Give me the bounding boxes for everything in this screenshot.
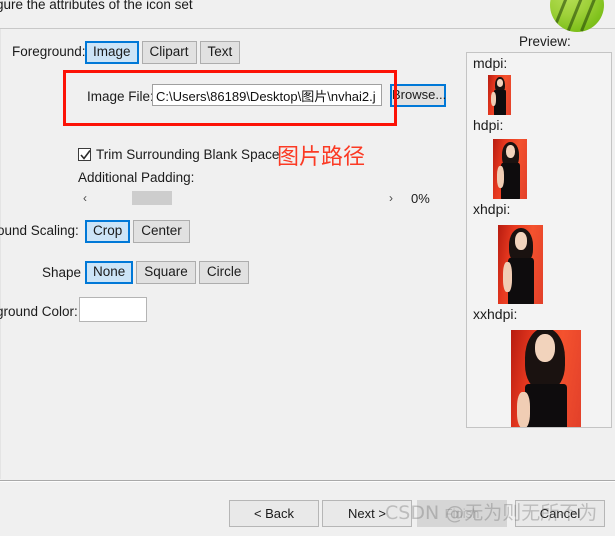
preview-title: Preview:	[519, 34, 571, 49]
background-color-label: ground Color:	[0, 304, 78, 319]
image-file-input[interactable]	[152, 84, 382, 106]
tab-image[interactable]: Image	[85, 41, 139, 64]
preview-label-mdpi: mdpi:	[473, 55, 508, 71]
additional-padding-label: Additional Padding:	[78, 170, 195, 185]
trim-blank-space-row[interactable]: Trim Surrounding Blank Space	[78, 147, 279, 162]
padding-increase-icon[interactable]: ›	[384, 191, 398, 205]
footer-divider-highlight	[0, 481, 615, 482]
scaling-options[interactable]: Crop Center	[85, 220, 190, 243]
cancel-button[interactable]: Cancel	[515, 500, 605, 527]
scaling-option-center[interactable]: Center	[133, 220, 190, 243]
annotation-label: 图片路径	[277, 145, 366, 170]
scaling-label: ound Scaling:	[0, 223, 79, 238]
scaling-option-crop[interactable]: Crop	[85, 220, 131, 243]
tab-text[interactable]: Text	[199, 41, 241, 64]
padding-slider-track[interactable]	[92, 190, 384, 206]
tab-clipart[interactable]: Clipart	[141, 41, 197, 64]
page-title: gure the attributes of the icon set	[0, 0, 193, 12]
header-divider	[0, 28, 615, 29]
preview-panel: mdpi: hdpi: xhdpi: xxhdpi:	[466, 52, 612, 428]
foreground-label: Foreground:	[12, 44, 86, 59]
shape-option-circle[interactable]: Circle	[198, 261, 250, 284]
preview-thumb-xxhdpi	[511, 330, 581, 427]
foreground-source-tabs[interactable]: Image Clipart Text	[85, 41, 241, 64]
shape-options[interactable]: None Square Circle	[85, 261, 250, 284]
finish-button: Finish	[417, 500, 507, 527]
shape-option-none[interactable]: None	[85, 261, 134, 284]
trim-checkbox[interactable]	[78, 148, 91, 161]
preview-label-hdpi: hdpi:	[473, 117, 504, 133]
panel-left-edge	[0, 29, 1, 479]
shape-label: Shape	[42, 265, 82, 280]
padding-value: 0%	[411, 191, 430, 206]
padding-decrease-icon[interactable]: ‹	[78, 191, 92, 205]
preview-thumb-hdpi	[493, 139, 527, 199]
check-icon	[80, 150, 91, 160]
preview-thumb-mdpi	[488, 75, 511, 115]
preview-label-xhdpi: xhdpi:	[473, 201, 511, 217]
shape-option-square[interactable]: Square	[136, 261, 196, 284]
preview-thumb-xhdpi	[498, 225, 543, 304]
padding-slider[interactable]: ‹ ›	[78, 190, 398, 206]
preview-label-xxhdpi: xxhdpi:	[473, 306, 518, 322]
image-file-label: Image File:	[87, 89, 154, 104]
next-button[interactable]: Next >	[322, 500, 412, 527]
icon-wizard-window: gure the attributes of the icon set Fore…	[0, 0, 615, 536]
background-color-swatch[interactable]	[79, 297, 147, 322]
padding-slider-thumb[interactable]	[132, 191, 172, 205]
browse-button[interactable]: Browse...	[390, 84, 446, 107]
trim-checkbox-label: Trim Surrounding Blank Space	[96, 147, 280, 162]
back-button[interactable]: < Back	[229, 500, 319, 527]
